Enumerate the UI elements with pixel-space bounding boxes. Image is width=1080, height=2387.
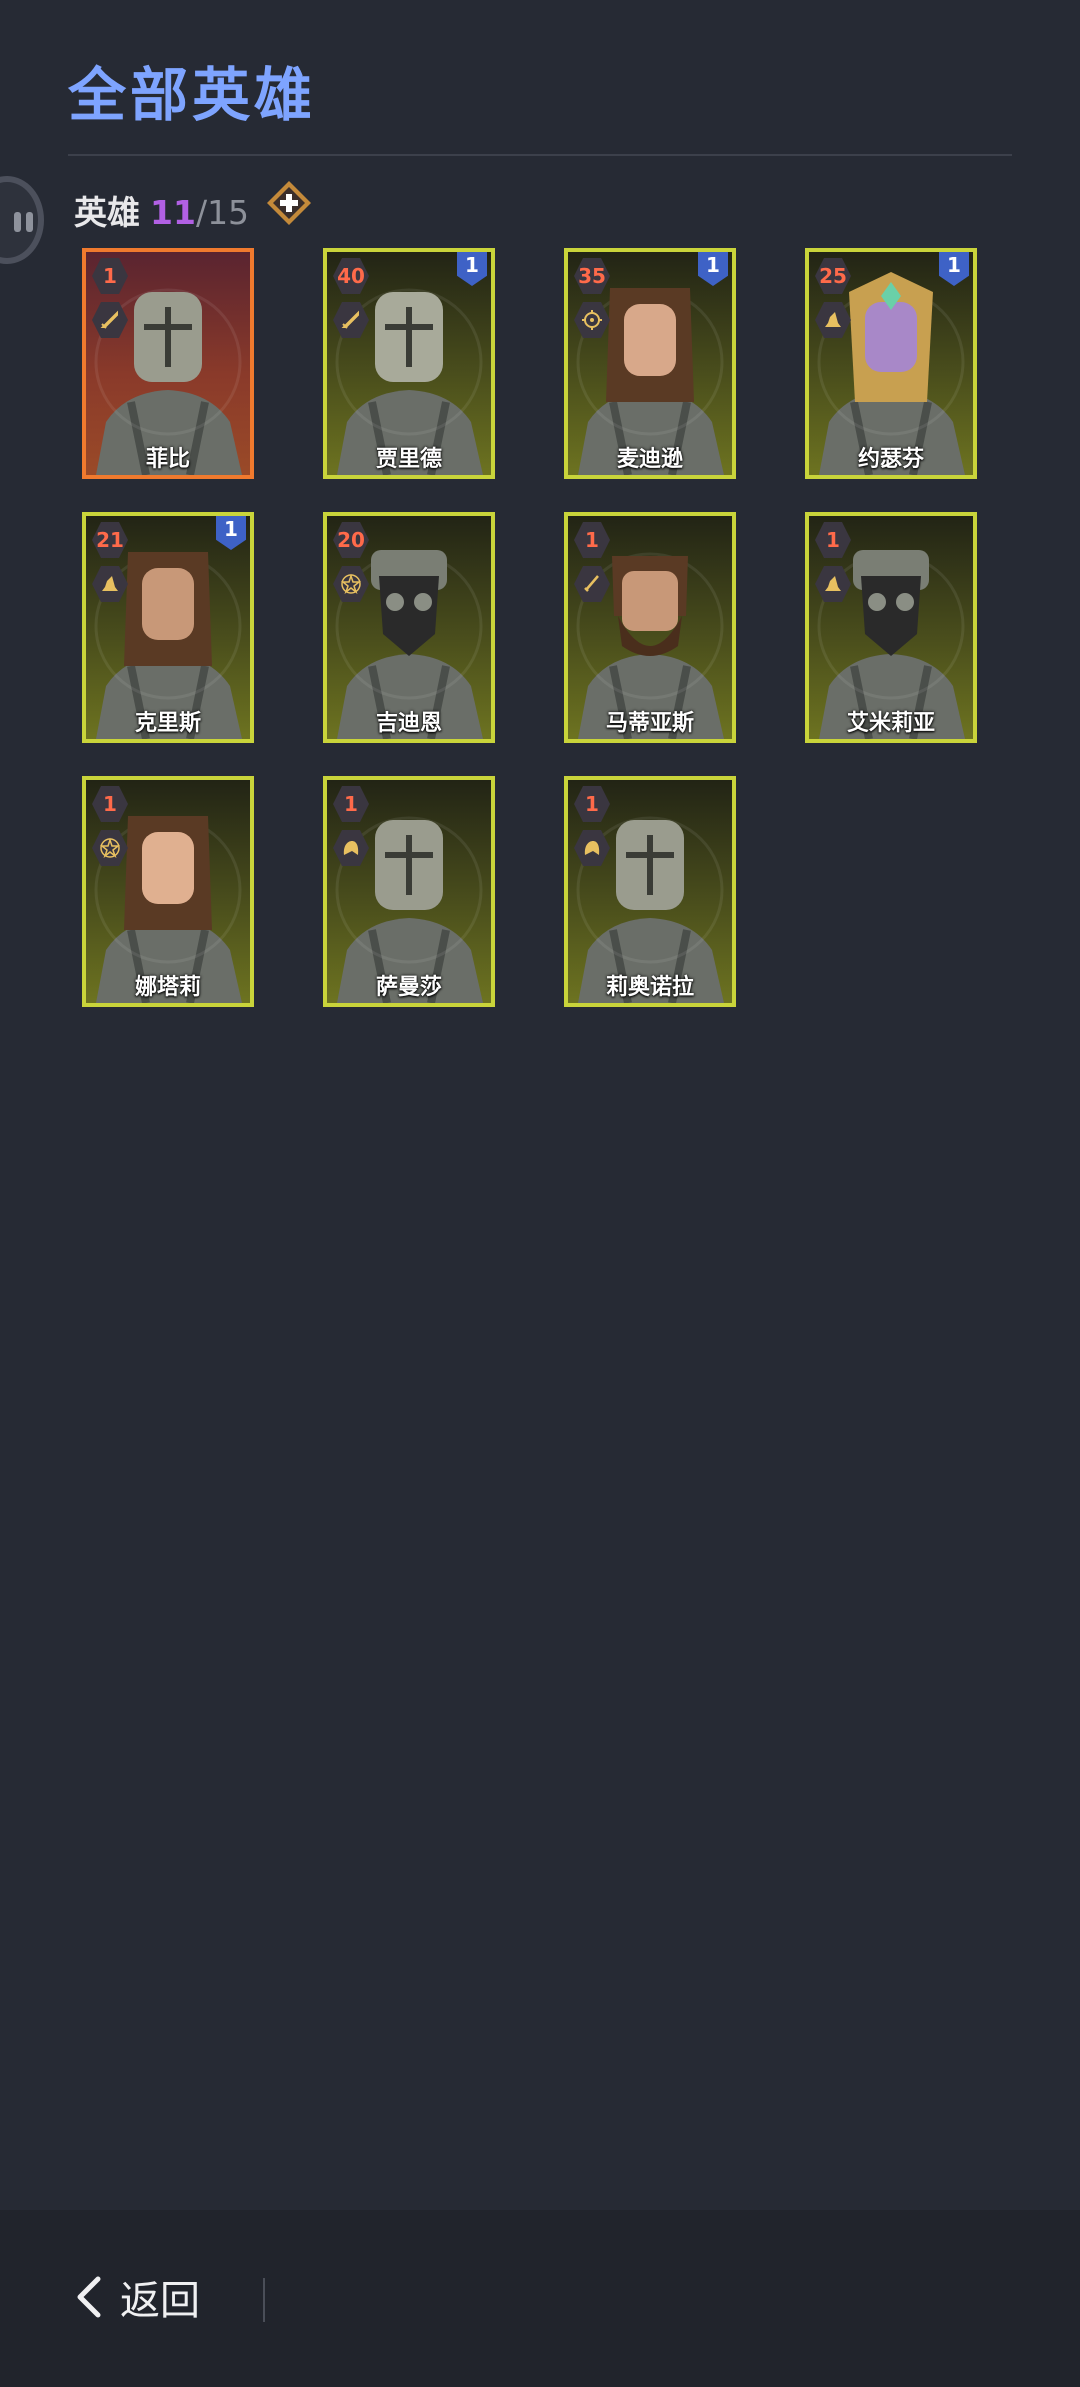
hero-card[interactable]: 20 吉迪恩: [323, 512, 495, 743]
hero-count-label: 英雄: [74, 193, 140, 232]
hero-name: 艾米莉亚: [846, 711, 935, 736]
header-divider: [68, 154, 1012, 156]
hero-count: 英雄 11 / 15: [74, 186, 249, 234]
hero-name: 贾里德: [375, 447, 442, 472]
handle-bar-icon: [14, 212, 21, 232]
hero-name: 莉奥诺拉: [605, 975, 694, 1000]
hero-count-current: 11: [150, 193, 196, 232]
hero-card[interactable]: 35 1 麦迪逊: [564, 248, 736, 479]
back-label: 返回: [120, 2278, 200, 2324]
hero-name: 菲比: [145, 447, 190, 472]
hero-name: 马蒂亚斯: [605, 711, 694, 736]
handle-bar-icon: [26, 212, 33, 232]
hero-name: 约瑟芬: [857, 447, 924, 472]
hero-name: 麦迪逊: [616, 447, 683, 472]
add-hero-slot-button[interactable]: [266, 180, 312, 226]
hero-name: 吉迪恩: [375, 711, 442, 736]
hero-name: 娜塔莉: [134, 975, 201, 1000]
hero-card[interactable]: 1 莉奥诺拉: [564, 776, 736, 1007]
hero-name: 萨曼莎: [375, 975, 442, 1000]
hero-card[interactable]: 1 马蒂亚斯: [564, 512, 736, 743]
hero-card[interactable]: 25 1 约瑟芬: [805, 248, 977, 479]
add-slot-icon: [267, 181, 311, 225]
footer-divider: [263, 2278, 265, 2322]
hero-name: 克里斯: [134, 711, 201, 736]
hero-card[interactable]: 40 1 贾里德: [323, 248, 495, 479]
hero-card[interactable]: 1 菲比: [82, 248, 254, 479]
hero-count-max: 15: [207, 193, 250, 232]
hero-count-separator: /: [195, 193, 208, 232]
hero-card[interactable]: 21 1 克里斯: [82, 512, 254, 743]
back-button[interactable]: 返回: [74, 2268, 200, 2326]
side-drawer-handle[interactable]: [0, 176, 44, 264]
hero-card[interactable]: 1 娜塔莉: [82, 776, 254, 1007]
hero-card[interactable]: 1 艾米莉亚: [805, 512, 977, 743]
hero-grid: 1 菲比 40 1 贾里德 35 1 麦迪逊 25 1 约瑟芬 21 1 克里斯 20 吉迪恩 1 马蒂亚斯 1 艾米…: [82, 248, 982, 1007]
hero-card[interactable]: 1 萨曼莎: [323, 776, 495, 1007]
page-title: 全部英雄: [68, 61, 317, 129]
chevron-left-icon: [77, 2276, 101, 2318]
